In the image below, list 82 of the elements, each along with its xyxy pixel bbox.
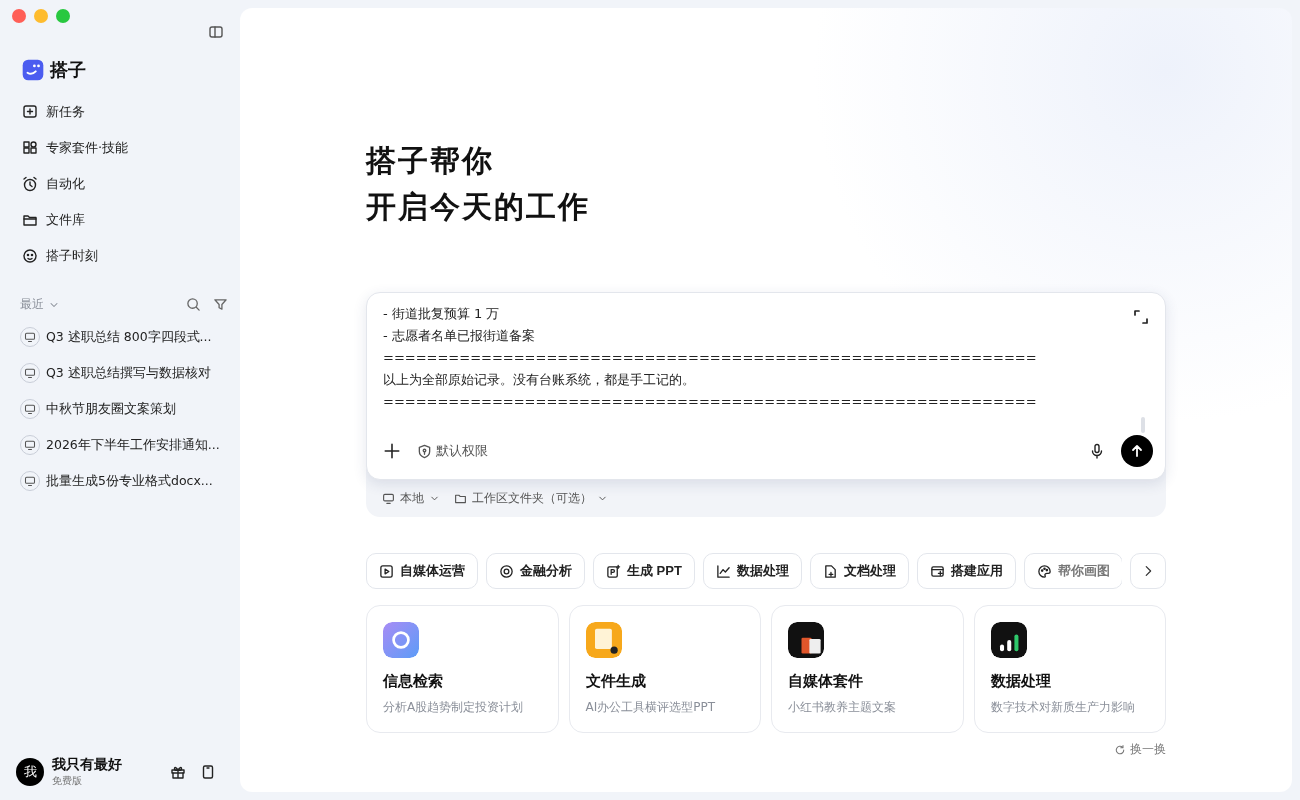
card-subtitle: 小红书教养主题文案: [788, 699, 897, 716]
recent-item[interactable]: 批量生成5份专业格式docx...: [12, 463, 228, 499]
user-name: 我只有最好: [52, 756, 122, 774]
logo-icon: [22, 59, 44, 81]
document-icon: [822, 563, 838, 579]
search-app-icon: [383, 622, 419, 658]
monitor-icon: [382, 492, 395, 505]
permission-button[interactable]: 默认权限: [417, 442, 488, 460]
plus-icon[interactable]: [383, 442, 401, 460]
composer-text-line: ============================================================: [383, 349, 1038, 367]
line-chart-icon: [715, 563, 731, 579]
monitor-icon: [24, 439, 36, 451]
scrollbar-thumb[interactable]: [1141, 417, 1145, 433]
sidebar-toggle-icon[interactable]: [208, 24, 224, 40]
nav-item[interactable]: 自动化: [12, 166, 228, 202]
monitor-icon: [24, 367, 36, 379]
folder-icon: [22, 212, 38, 228]
card-title: 数据处理: [990, 672, 1052, 691]
category-chip[interactable]: 生成 PPT: [593, 553, 695, 589]
microphone-icon[interactable]: [1089, 443, 1105, 459]
folder-icon: [454, 492, 467, 505]
tablet-icon[interactable]: [200, 764, 216, 780]
nav-item[interactable]: 专家套件·技能: [12, 130, 228, 166]
window-icon: [929, 563, 945, 579]
suggestion-card[interactable]: 信息检索 分析A股趋势制定投资计划: [366, 605, 559, 733]
target-icon: [499, 563, 514, 579]
environment-dropdown[interactable]: 本地: [382, 490, 440, 507]
media-kit-app-icon: [788, 622, 824, 658]
composer-text-line: 以上为全部原始记录。没有台账系统，都是手工记的。: [383, 371, 696, 389]
headline-text: 开启今天的工作: [366, 188, 591, 226]
refresh-icon: [1114, 743, 1126, 756]
nav-item[interactable]: 文件库: [12, 202, 228, 238]
slide-icon: [606, 563, 621, 579]
alarm-clock-icon: [22, 176, 38, 192]
gift-icon[interactable]: [170, 764, 186, 780]
shield-icon: [417, 443, 432, 459]
close-button[interactable]: [12, 9, 26, 23]
headline-text: 搭子帮你: [366, 142, 495, 180]
expand-icon[interactable]: [1133, 309, 1149, 325]
monitor-icon: [24, 331, 36, 343]
new-task-icon: [22, 104, 38, 120]
card-subtitle: 分析A股趋势制定投资计划: [383, 699, 525, 716]
bar-chart-app-icon: [990, 622, 1027, 658]
composer-text-line: - 街道批复预算 1 万: [383, 305, 501, 323]
card-subtitle: AI办公工具横评选型PPT: [585, 699, 717, 716]
card-title: 自媒体套件: [788, 672, 864, 691]
monitor-icon: [24, 475, 36, 487]
recent-item[interactable]: Q3 述职总结撰写与数据核对: [12, 355, 228, 391]
document-app-icon: [585, 622, 622, 658]
category-chip[interactable]: 帮你画图: [1023, 553, 1122, 589]
category-chip[interactable]: 搭建应用: [916, 553, 1016, 589]
send-button[interactable]: [1121, 435, 1153, 467]
refresh-button[interactable]: 换一换: [1114, 741, 1166, 758]
filter-icon[interactable]: [213, 297, 228, 312]
recent-item[interactable]: 2026年下半年工作安排通知...: [12, 427, 228, 463]
nav-item[interactable]: 新任务: [12, 94, 228, 130]
category-chip[interactable]: 自媒体运营: [366, 553, 478, 589]
suggestion-card[interactable]: 文件生成 AI办公工具横评选型PPT: [568, 605, 761, 733]
card-subtitle: 数字技术对新质生产力影响: [990, 699, 1136, 716]
card-title: 文件生成: [585, 672, 647, 691]
monitor-icon: [24, 403, 36, 415]
recent-item[interactable]: Q3 述职总结 800字四段式...: [12, 319, 228, 355]
nav-item[interactable]: 搭子时刻: [12, 238, 228, 274]
play-icon: [379, 563, 394, 579]
smiley-icon: [22, 248, 38, 264]
category-chip[interactable]: 数据处理: [702, 553, 802, 589]
grid-icon: [22, 140, 38, 156]
brand-name: 搭子: [50, 58, 86, 82]
category-chip[interactable]: 文档处理: [809, 553, 909, 589]
folder-dropdown[interactable]: 工作区文件夹（可选）: [454, 490, 608, 507]
composer-text-line: - 志愿者名单已报街道备案: [383, 327, 536, 345]
arrow-up-icon: [1129, 443, 1145, 459]
recent-item[interactable]: 中秋节朋友圈文案策划: [12, 391, 228, 427]
search-icon[interactable]: [186, 297, 201, 312]
palette-icon: [1036, 563, 1052, 579]
avatar[interactable]: 我: [16, 758, 44, 786]
suggestion-card[interactable]: 数据处理 数字技术对新质生产力影响: [973, 605, 1166, 733]
suggestion-card[interactable]: 自媒体套件 小红书教养主题文案: [771, 605, 964, 733]
category-chip[interactable]: 金融分析: [486, 553, 585, 589]
composer-text-line: ============================================================: [383, 393, 1038, 411]
plan-label: 免费版: [52, 774, 83, 788]
card-title: 信息检索: [383, 672, 444, 691]
